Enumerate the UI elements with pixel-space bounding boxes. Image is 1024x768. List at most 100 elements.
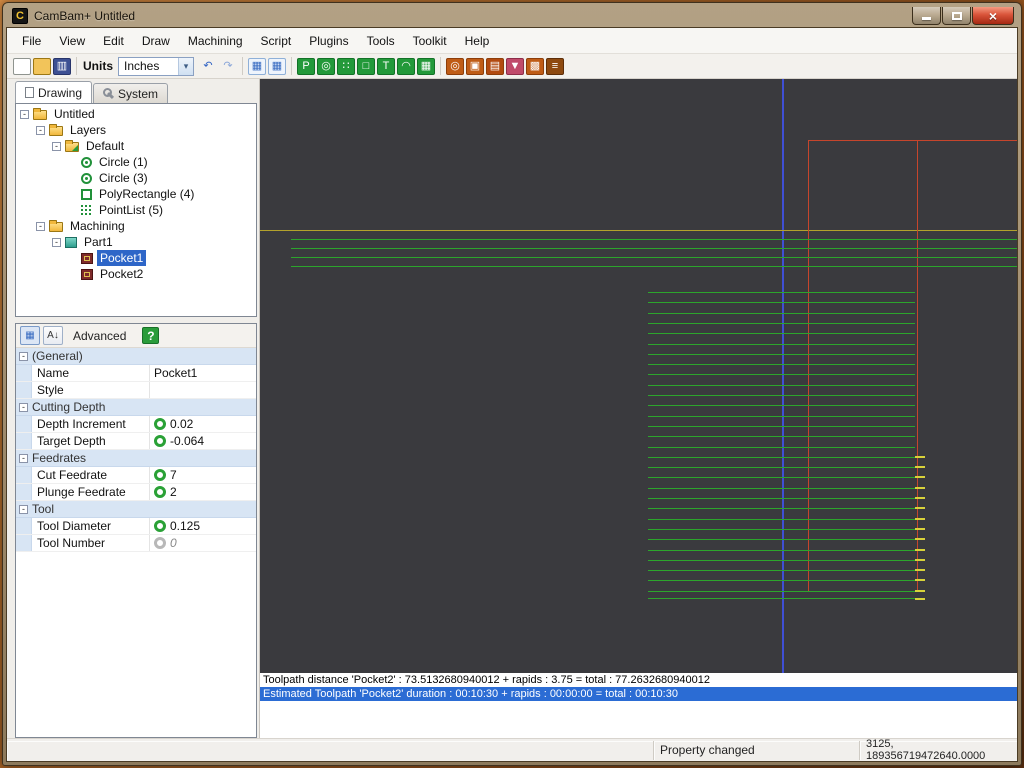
- menu-toolkit[interactable]: Toolkit: [404, 30, 456, 52]
- draw-rectangle-icon[interactable]: □: [357, 58, 375, 75]
- toolpath-line[interactable]: [648, 498, 915, 499]
- tree-item-default[interactable]: -Default: [16, 138, 256, 154]
- property-value[interactable]: -0.064: [150, 433, 256, 449]
- toolpath-line[interactable]: [648, 519, 915, 520]
- toolpath-line[interactable]: [648, 580, 915, 581]
- property-category-cutting-depth[interactable]: -Cutting Depth: [16, 399, 256, 416]
- toolpath-line[interactable]: [648, 354, 915, 355]
- machining-drill-icon[interactable]: ▼: [506, 58, 524, 75]
- expander-icon[interactable]: -: [52, 142, 61, 151]
- draw-polyline-icon[interactable]: P: [297, 58, 315, 75]
- shape-outline-top[interactable]: [808, 140, 1017, 141]
- toolpath-line[interactable]: [648, 344, 915, 345]
- chevron-down-icon[interactable]: ▾: [178, 58, 193, 75]
- expander-icon[interactable]: -: [52, 238, 61, 247]
- property-value[interactable]: 0.02: [150, 416, 256, 432]
- toolpath-line[interactable]: [648, 457, 915, 458]
- property-value-text[interactable]: 0.125: [170, 518, 200, 534]
- property-row-plunge-feedrate[interactable]: Plunge Feedrate2: [16, 484, 256, 501]
- stock-outline-line[interactable]: [260, 230, 1017, 231]
- property-value[interactable]: 0: [150, 535, 256, 551]
- menu-plugins[interactable]: Plugins: [300, 30, 357, 52]
- toolpath-line[interactable]: [648, 405, 915, 406]
- toolpath-line[interactable]: [291, 239, 1017, 240]
- draw-text-icon[interactable]: T: [377, 58, 395, 75]
- property-row-style[interactable]: Style: [16, 382, 256, 399]
- toolpath-line[interactable]: [291, 257, 1017, 258]
- toolpath-line[interactable]: [648, 364, 915, 365]
- toolpath-line[interactable]: [648, 313, 915, 314]
- expander-icon[interactable]: -: [36, 222, 45, 231]
- property-value[interactable]: [150, 382, 256, 398]
- toolpath-line[interactable]: [648, 323, 915, 324]
- minimize-button[interactable]: [912, 7, 941, 25]
- object-tree[interactable]: -Untitled-Layers-DefaultCircle (1)Circle…: [15, 103, 257, 317]
- property-row-tool-diameter[interactable]: Tool Diameter0.125: [16, 518, 256, 535]
- close-button[interactable]: ×: [972, 7, 1014, 25]
- draw-surface-icon[interactable]: ▦: [417, 58, 435, 75]
- machining-engrave-icon[interactable]: ▤: [486, 58, 504, 75]
- property-value[interactable]: 0.125: [150, 518, 256, 534]
- tree-item-polyrectangle-4[interactable]: PolyRectangle (4): [16, 186, 256, 202]
- property-row-name[interactable]: NamePocket1: [16, 365, 256, 382]
- property-value-text[interactable]: 2: [170, 484, 177, 500]
- expander-icon[interactable]: -: [20, 110, 29, 119]
- tab-drawing[interactable]: Drawing: [15, 81, 92, 103]
- property-value[interactable]: 7: [150, 467, 256, 483]
- toolpath-line[interactable]: [648, 560, 915, 561]
- toolpath-line[interactable]: [648, 539, 915, 540]
- menu-draw[interactable]: Draw: [133, 30, 179, 52]
- property-value-text[interactable]: Pocket1: [154, 365, 197, 381]
- property-value[interactable]: Pocket1: [150, 365, 256, 381]
- toolpath-line[interactable]: [648, 477, 915, 478]
- menu-edit[interactable]: Edit: [94, 30, 133, 52]
- tab-system[interactable]: System: [93, 83, 168, 103]
- property-value-text[interactable]: -0.064: [170, 433, 204, 449]
- save-icon[interactable]: ▥: [53, 58, 71, 75]
- units-select[interactable]: Inches▾: [118, 57, 194, 76]
- tree-item-label[interactable]: Circle (1): [96, 154, 151, 170]
- property-category-tool[interactable]: -Tool: [16, 501, 256, 518]
- tree-item-pocket1[interactable]: Pocket1: [16, 250, 256, 266]
- tree-item-label[interactable]: Pocket1: [97, 250, 146, 266]
- toolpath-line[interactable]: [648, 385, 915, 386]
- tree-item-pocket2[interactable]: Pocket2: [16, 266, 256, 282]
- tree-item-label[interactable]: Circle (3): [96, 170, 151, 186]
- toolpath-line[interactable]: [648, 467, 915, 468]
- tree-item-label[interactable]: Layers: [67, 122, 109, 138]
- toolpath-line[interactable]: [648, 426, 915, 427]
- draw-pointlist-icon[interactable]: ∷: [337, 58, 355, 75]
- help-button[interactable]: ?: [142, 327, 159, 344]
- machining-profile-icon[interactable]: ▣: [466, 58, 484, 75]
- toolpath-line[interactable]: [648, 508, 915, 509]
- toolpath-line[interactable]: [291, 248, 1017, 249]
- menu-tools[interactable]: Tools: [358, 30, 404, 52]
- property-category-general[interactable]: -(General): [16, 348, 256, 365]
- open-folder-icon[interactable]: [33, 58, 51, 75]
- drawing-canvas[interactable]: [260, 79, 1017, 673]
- toolpath-line[interactable]: [648, 416, 915, 417]
- menu-script[interactable]: Script: [252, 30, 301, 52]
- toolpath-line[interactable]: [648, 395, 915, 396]
- expander-icon[interactable]: -: [19, 505, 28, 514]
- toolpath-line[interactable]: [648, 302, 915, 303]
- toolpath-line[interactable]: [648, 436, 915, 437]
- toolpath-line[interactable]: [648, 570, 915, 571]
- tree-item-label[interactable]: Machining: [67, 218, 128, 234]
- menu-machining[interactable]: Machining: [179, 30, 252, 52]
- draw-arc-icon[interactable]: ◠: [397, 58, 415, 75]
- property-row-target-depth[interactable]: Target Depth-0.064: [16, 433, 256, 450]
- menu-help[interactable]: Help: [456, 30, 499, 52]
- tree-item-pointlist-5[interactable]: PointList (5): [16, 202, 256, 218]
- categorized-view-button[interactable]: ▦: [20, 326, 40, 345]
- toolpath-line[interactable]: [648, 591, 915, 592]
- property-value-text[interactable]: 0: [170, 535, 177, 551]
- tree-item-label[interactable]: Part1: [81, 234, 116, 250]
- new-file-icon[interactable]: [13, 58, 31, 75]
- title-bar[interactable]: C CamBam+ Untitled ×: [6, 3, 1018, 27]
- advanced-button[interactable]: Advanced: [66, 327, 133, 345]
- toolpath-line[interactable]: [291, 266, 1017, 267]
- toolpath-line[interactable]: [648, 598, 917, 599]
- menu-file[interactable]: File: [13, 30, 50, 52]
- toolpath-line[interactable]: [648, 529, 915, 530]
